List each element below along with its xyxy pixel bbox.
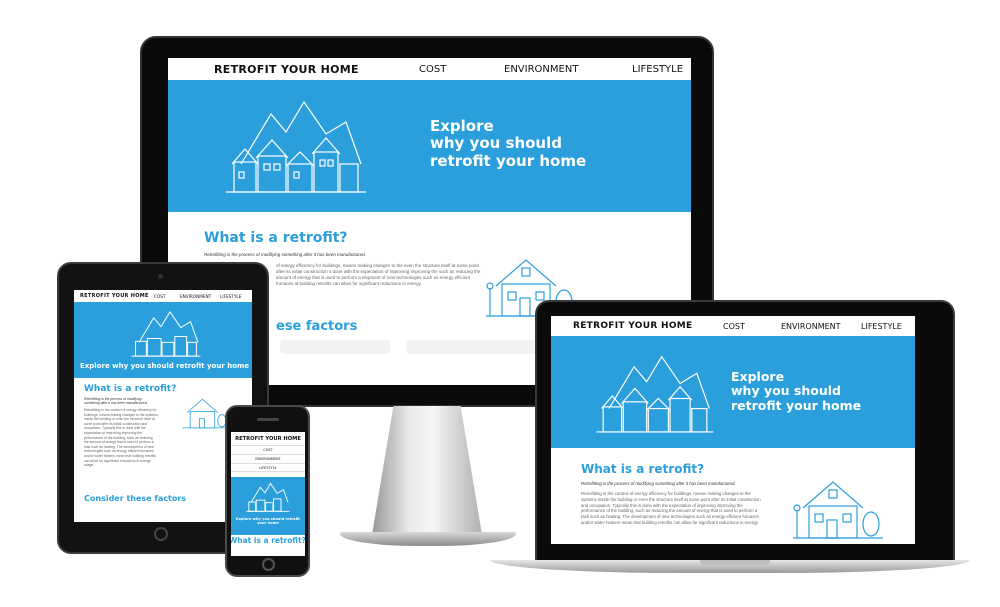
hero-headline: Explore why you should retrofit your hom… <box>80 362 250 370</box>
section-body: Retrofitting in the context of energy ef… <box>581 491 761 525</box>
monitor-stand <box>371 406 483 536</box>
houses-illustration-icon <box>246 482 290 512</box>
hero-line-3: retrofit your home <box>430 151 587 170</box>
hero-line-1: Explore <box>731 369 785 384</box>
nav-cost[interactable]: COST <box>419 64 500 75</box>
hero-banner: Explore why you should retrofit your hom… <box>74 302 252 378</box>
nav-lifestyle[interactable]: LIFESTYLE <box>861 322 902 331</box>
tablet-navbar: RETROFIT YOUR HOME COST ENVIRONMENT LIFE… <box>74 290 252 302</box>
hero-banner: Explore why you should retrofit your hom… <box>551 336 915 448</box>
nav-environment[interactable]: ENVIRONMENT <box>781 322 861 331</box>
houses-illustration-icon <box>226 100 366 193</box>
hero-headline: Explore why you should retrofit your hom… <box>430 117 587 170</box>
nav-cost[interactable]: COST <box>723 322 781 331</box>
houses-illustration-icon <box>596 355 714 433</box>
phone-screen: RETROFIT YOUR HOME COST ENVIRONMENT LIFE… <box>231 432 305 556</box>
laptop-notch <box>700 560 770 565</box>
section-lead: Retrofitting is the process of modifying… <box>84 397 148 405</box>
section-lead: Retrofitting is the process of modifying… <box>204 252 366 257</box>
phone-home-button[interactable] <box>262 558 275 571</box>
hero-banner: Explore why you should retrofit your hom… <box>231 477 305 535</box>
brand-logo[interactable]: RETROFIT YOUR HOME <box>80 293 154 299</box>
section-title: What is a retrofit? <box>231 536 305 545</box>
tablet-camera <box>158 274 163 279</box>
section-body: of energy efficiency for buildings, mean… <box>276 263 481 287</box>
hero-banner: Explore why you should retrofit your hom… <box>168 80 691 212</box>
phone-menu: RETROFIT YOUR HOME COST ENVIRONMENT LIFE… <box>231 432 305 472</box>
nav-lifestyle[interactable]: LIFESTYLE <box>632 64 683 75</box>
nav-cost[interactable]: COST <box>231 445 305 454</box>
factor-card <box>406 340 540 355</box>
monitor-navbar: RETROFIT YOUR HOME COST ENVIRONMENT LIFE… <box>168 58 691 80</box>
hero-headline: Explore why you should retrofit your hom… <box>236 517 300 526</box>
house-icon <box>793 481 883 539</box>
nav-environment[interactable]: ENVIRONMENT <box>180 294 220 299</box>
responsive-mockup: RETROFIT YOUR HOME COST ENVIRONMENT LIFE… <box>0 0 1000 607</box>
hero-line-2: why you should <box>430 134 562 153</box>
factor-card <box>280 340 390 355</box>
section-body: Retrofitting in the context of energy ef… <box>84 408 158 468</box>
laptop-screen: RETROFIT YOUR HOME COST ENVIRONMENT LIFE… <box>551 316 915 544</box>
tablet-home-button[interactable] <box>154 527 168 541</box>
nav-environment[interactable]: ENVIRONMENT <box>504 64 622 75</box>
hero-line-1: Explore <box>430 117 494 135</box>
hero-line-2: why you should <box>731 383 841 399</box>
nav-lifestyle[interactable]: LIFESTYLE <box>231 463 305 472</box>
nav-cost[interactable]: COST <box>154 294 180 299</box>
brand-logo[interactable]: RETROFIT YOUR HOME <box>573 321 723 331</box>
section-title: What is a retrofit? <box>204 230 348 246</box>
section-lead: Retrofitting is the process of modifying… <box>581 481 736 486</box>
laptop-navbar: RETROFIT YOUR HOME COST ENVIRONMENT LIFE… <box>551 316 915 336</box>
monitor-stand-base <box>340 532 516 546</box>
retrofit-section: What is a retrofit? Retrofitting is the … <box>551 448 915 539</box>
brand-logo[interactable]: RETROFIT YOUR HOME <box>214 63 419 76</box>
nav-environment[interactable]: ENVIRONMENT <box>231 454 305 463</box>
house-icon <box>182 398 228 429</box>
phone-speaker <box>257 418 279 421</box>
hero-line-3: retrofit your home <box>731 397 862 413</box>
nav-lifestyle[interactable]: LIFESTYLE <box>220 294 241 299</box>
houses-illustration-icon <box>131 311 201 357</box>
hero-headline: Explore why you should retrofit your hom… <box>731 369 862 413</box>
brand-logo[interactable]: RETROFIT YOUR HOME <box>231 432 305 445</box>
